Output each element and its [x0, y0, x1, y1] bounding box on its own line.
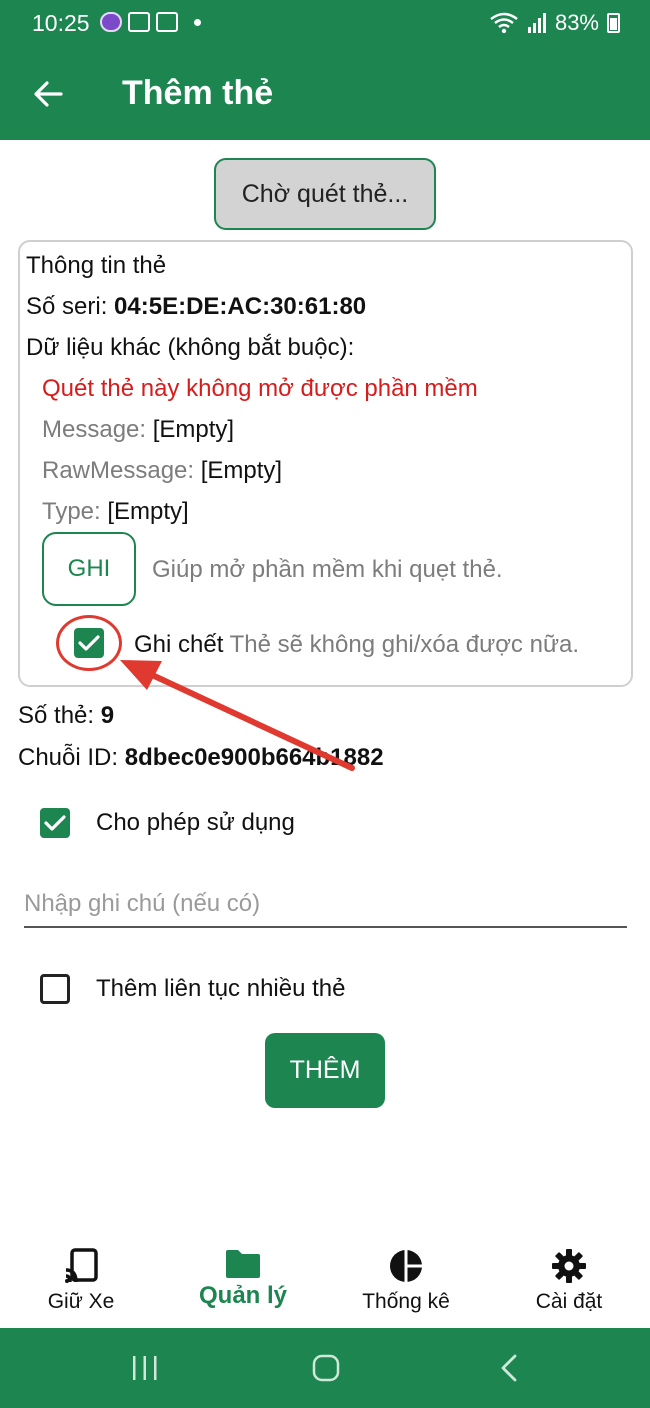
- nav-label-quan-ly: Quản lý: [198, 1282, 288, 1309]
- system-back-icon[interactable]: [497, 1354, 521, 1382]
- cast-icon: [65, 1248, 98, 1283]
- nav-label-thong-ke: Thống kê: [362, 1290, 450, 1313]
- folder-icon: [226, 1250, 260, 1278]
- nav-label-cai-dat: Cài đặt: [535, 1290, 603, 1313]
- nav-item-quan-ly[interactable]: Quản lý: [168, 1248, 318, 1310]
- home-icon[interactable]: [311, 1353, 341, 1383]
- gear-icon: [552, 1249, 586, 1283]
- nav-item-thong-ke[interactable]: Thống kê: [331, 1248, 481, 1314]
- nav-item-cai-dat[interactable]: Cài đặt: [494, 1248, 644, 1314]
- nav-item-giu-xe[interactable]: Giữ Xe: [6, 1248, 156, 1314]
- nav-label-giu-xe: Giữ Xe: [47, 1290, 115, 1313]
- pie-chart-icon: [390, 1250, 422, 1282]
- system-navigation-bar: [0, 1328, 650, 1408]
- annotation-arrow: [120, 660, 355, 771]
- recent-apps-icon[interactable]: [130, 1354, 160, 1382]
- bottom-navigation: Giữ Xe Quản lý Thống kê Cài đặt: [0, 1236, 650, 1328]
